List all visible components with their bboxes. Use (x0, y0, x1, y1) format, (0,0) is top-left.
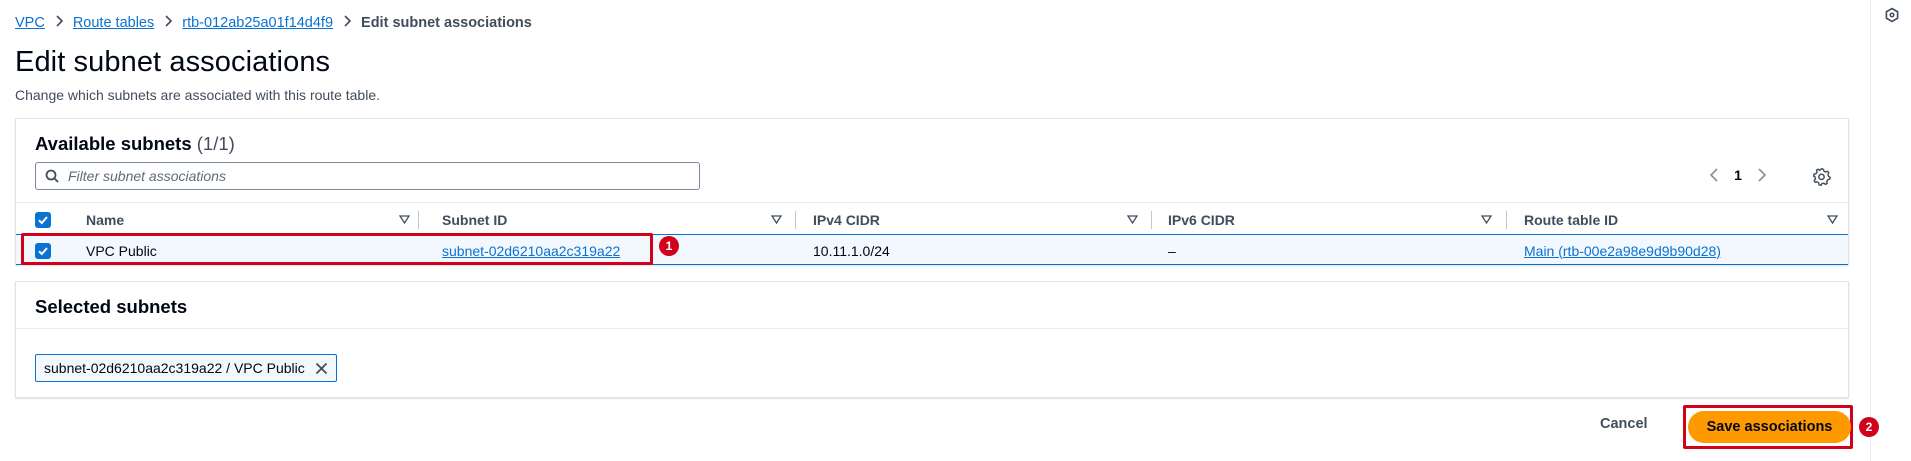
chevron-right-icon (154, 15, 182, 31)
column-divider[interactable] (1151, 211, 1152, 229)
hexagon-info-icon[interactable] (1884, 7, 1900, 23)
settings-gear-icon[interactable] (1812, 167, 1831, 186)
sort-down-icon[interactable] (399, 215, 410, 224)
column-header-label: IPv6 CIDR (1168, 211, 1235, 228)
select-all-checkbox[interactable] (35, 211, 51, 228)
filter-box[interactable] (35, 162, 700, 190)
chevron-right-icon (333, 15, 361, 31)
breadcrumb-vpc[interactable]: VPC (15, 15, 45, 31)
token-label: subnet-02d6210aa2c319a22 / VPC Public (44, 360, 305, 376)
chevron-right-icon (45, 15, 73, 31)
chevron-right-icon[interactable] (1755, 168, 1767, 182)
available-subnets-heading: Available subnets (1/1) (35, 133, 235, 155)
breadcrumb-current: Edit subnet associations (361, 15, 532, 31)
save-associations-button[interactable]: Save associations (1688, 411, 1851, 443)
highlight-box-row (21, 233, 653, 265)
page-title: Edit subnet associations (15, 46, 331, 78)
select-all-cell (35, 203, 51, 236)
column-route-table-id[interactable]: Route table ID (1509, 203, 1848, 236)
cell-route-table-id: Main (rtb-00e2a98e9d9b90d28) (1524, 235, 1721, 266)
callout-badge-2: 2 (1859, 417, 1879, 437)
available-subnets-title: Available subnets (35, 133, 192, 154)
column-header-label: Subnet ID (442, 211, 508, 228)
column-header-label: IPv4 CIDR (813, 211, 880, 228)
breadcrumb: VPC Route tables rtb-012ab25a01f14d4f9 E… (15, 14, 532, 32)
chevron-left-icon[interactable] (1709, 168, 1721, 182)
cell-ipv4-cidr: 10.11.1.0/24 (813, 242, 890, 259)
sort-down-icon[interactable] (1827, 215, 1838, 224)
page-number[interactable]: 1 (1731, 167, 1745, 183)
selected-subnets-panel: Selected subnets subnet-02d6210aa2c319a2… (15, 281, 1849, 398)
table-header: Name Subnet ID IPv4 CIDR IPv6 CIDR Route… (16, 202, 1848, 235)
pagination: 1 (1709, 167, 1767, 183)
column-subnet-id[interactable]: Subnet ID (442, 203, 798, 236)
callout-badge-1: 1 (659, 236, 679, 256)
column-divider[interactable] (795, 211, 796, 229)
sort-down-icon[interactable] (1481, 215, 1492, 224)
column-divider[interactable] (1506, 211, 1507, 229)
breadcrumb-route-tables[interactable]: Route tables (73, 15, 154, 31)
column-header-label: Route table ID (1524, 211, 1619, 228)
remove-close-icon[interactable] (315, 362, 328, 375)
sort-down-icon[interactable] (1127, 215, 1138, 224)
column-header-label: Name (86, 211, 125, 228)
page-description: Change which subnets are associated with… (15, 87, 380, 103)
breadcrumb-route-table-id[interactable]: rtb-012ab25a01f14d4f9 (182, 15, 333, 31)
column-divider[interactable] (418, 211, 419, 229)
sort-down-icon[interactable] (771, 215, 782, 224)
route-table-link[interactable]: Main (rtb-00e2a98e9d9b90d28) (1524, 243, 1721, 259)
cancel-button[interactable]: Cancel (1600, 416, 1648, 432)
column-ipv6-cidr[interactable]: IPv6 CIDR (1154, 203, 1510, 236)
column-name[interactable]: Name (86, 203, 419, 236)
search-icon (45, 169, 59, 183)
available-subnets-count: (1/1) (196, 133, 235, 154)
cell-ipv6-cidr: – (1168, 242, 1176, 259)
selected-subnets-heading: Selected subnets (35, 296, 188, 317)
right-side-panel-divider (1870, 0, 1871, 461)
section-divider (16, 328, 1848, 329)
selected-subnet-token: subnet-02d6210aa2c319a22 / VPC Public (35, 354, 337, 382)
column-ipv4-cidr[interactable]: IPv4 CIDR (798, 203, 1154, 236)
filter-subnet-input[interactable] (68, 168, 668, 184)
